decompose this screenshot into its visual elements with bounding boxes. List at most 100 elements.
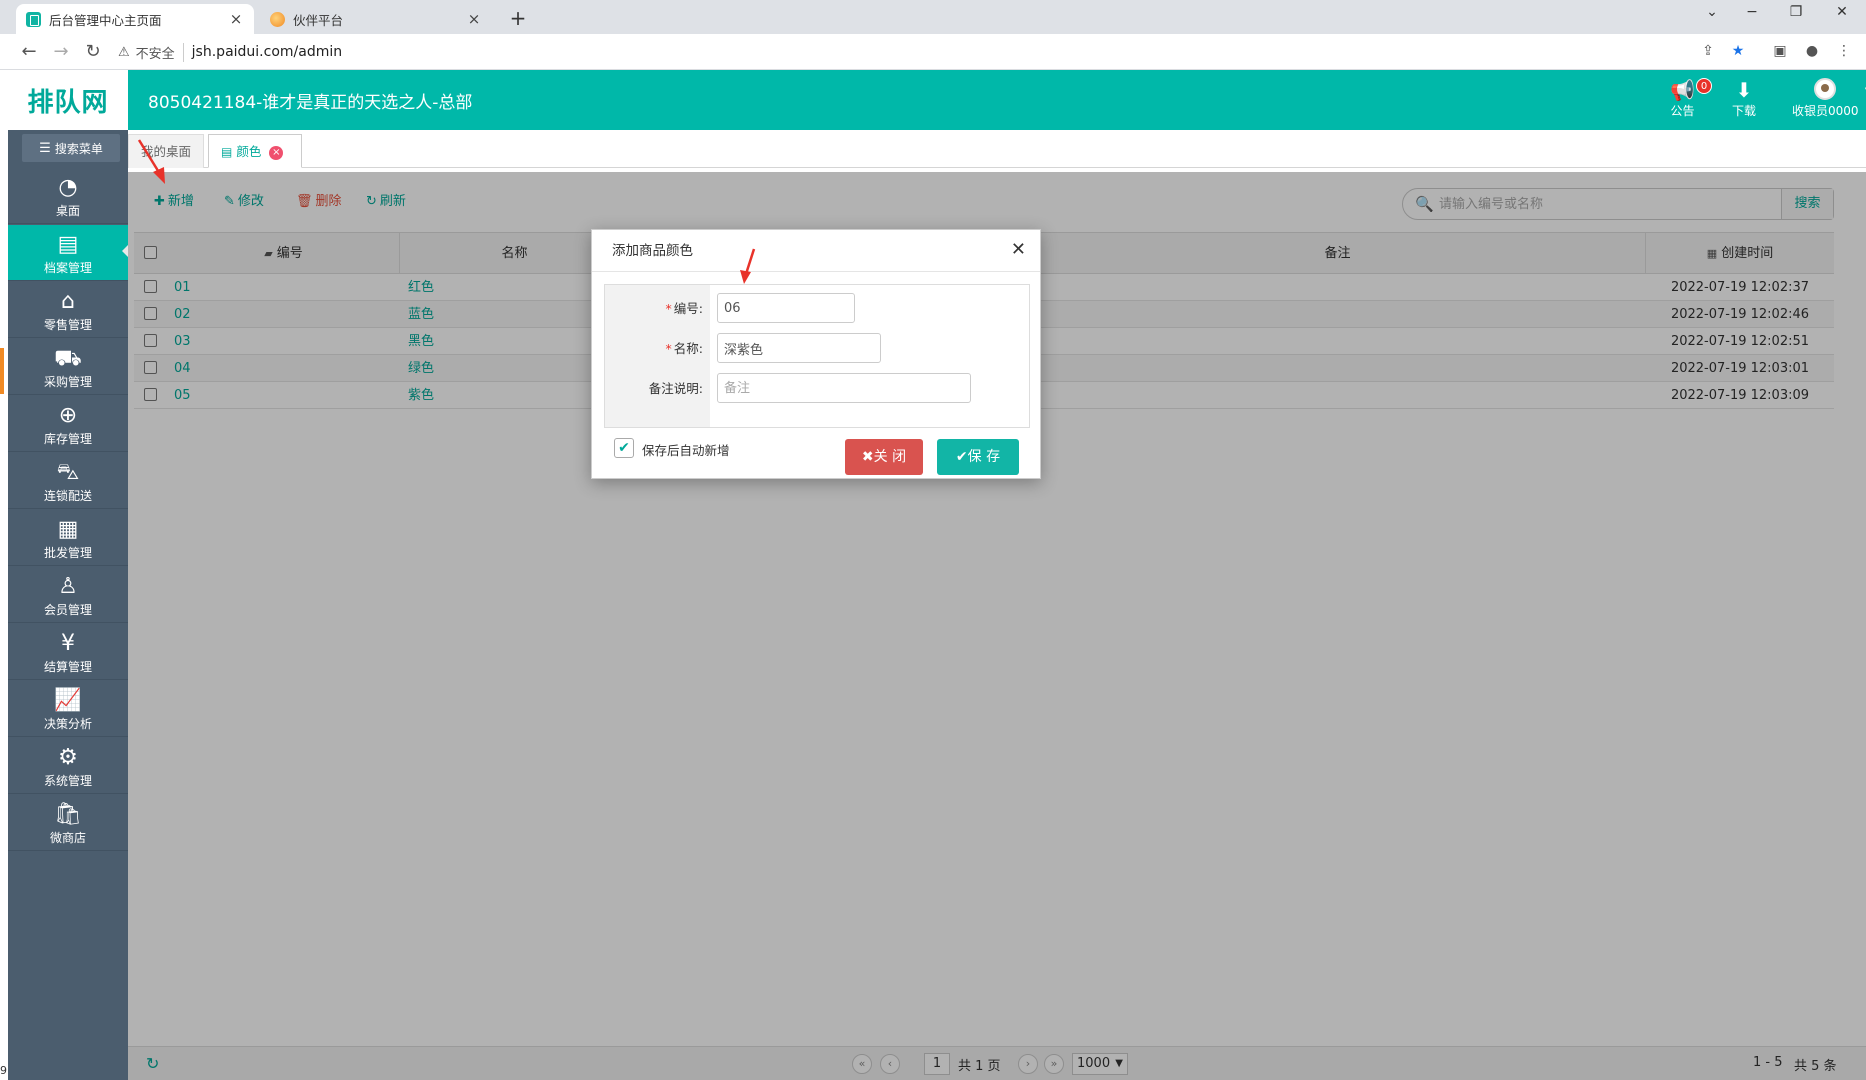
url-text: jsh.paidui.com/admin	[191, 44, 343, 60]
sidebar-item-label: 结算管理	[43, 660, 92, 674]
dashboard-icon: ◔	[58, 175, 78, 200]
truck-icon: ⛍	[56, 460, 80, 485]
insecure-label: 不安全	[136, 42, 184, 62]
check-icon: ✔	[955, 449, 968, 465]
forward-icon[interactable]: →	[50, 41, 72, 63]
notice-badge: 0	[1696, 78, 1712, 94]
url-field[interactable]: ⚠ 不安全 jsh.paidui.com/admin	[118, 39, 1708, 65]
name-label-text: 名称:	[673, 341, 703, 356]
app-header: 排队网 8050421184-谁才是真正的天选之人-总部 📢 公告 0 ⬇ 下载…	[8, 70, 1866, 130]
archive-icon: ▤	[57, 232, 79, 257]
sidebar-item-inventory[interactable]: ⊕ 库存管理	[8, 396, 128, 452]
annotation-arrow-add	[137, 139, 165, 184]
sidebar-item-label: 零售管理	[43, 318, 92, 332]
download-button[interactable]: ⬇ 下载	[1732, 78, 1756, 119]
tab-color-label: 颜色	[236, 144, 262, 159]
browser-tab-admin[interactable]: 后台管理中心主页面 ×	[16, 4, 254, 34]
sidebar: ☰ 搜索菜单 ◔ 桌面 ▤ 档案管理 ⌂ 零售管理 ⛟ 采购管理 ⊕ 库存管理 …	[8, 130, 128, 1080]
name-input[interactable]	[717, 333, 881, 363]
wholesale-icon: ▦	[57, 517, 79, 542]
sidebar-item-purchase[interactable]: ⛟ 采购管理	[8, 339, 128, 395]
remark-input[interactable]	[717, 373, 971, 403]
code-input[interactable]	[717, 293, 855, 323]
arrow-shaft	[137, 139, 162, 175]
analysis-icon: 📈	[54, 688, 82, 713]
dialog-form: *编号: *名称: 备注说明:	[604, 284, 1030, 428]
user-menu[interactable]: 收银员0000 ▼	[1792, 78, 1866, 119]
avatar	[1814, 78, 1837, 100]
auto-new-label: 保存后自动新增	[642, 443, 730, 458]
admin-favicon-icon	[26, 11, 41, 27]
page-tab-bar: 我的桌面 ▤ 颜色 ×	[128, 130, 1866, 168]
address-bar: ← → ↻ ⚠ 不安全 jsh.paidui.com/admin ⇪ ★ ▣ ●…	[0, 34, 1866, 70]
profile-icon[interactable]: ●	[1802, 43, 1822, 61]
sidebar-item-label: 桌面	[55, 204, 80, 218]
sidebar-item-label: 决策分析	[43, 717, 92, 731]
browser-tab-bar: 后台管理中心主页面 × 伙伴平台 × + ⌄ − ❐ ✕	[0, 0, 1866, 34]
store-icon: ⌂	[61, 289, 75, 314]
sidebar-item-label: 微商店	[49, 831, 86, 845]
search-menu-button[interactable]: ☰ 搜索菜单	[22, 134, 120, 162]
close-tab-icon[interactable]: ×	[228, 10, 244, 28]
logo[interactable]: 排队网	[8, 70, 128, 130]
sidebar-item-label: 库存管理	[43, 432, 92, 446]
sidebar-item-settlement[interactable]: ¥ 结算管理	[8, 624, 128, 680]
dialog-save-button[interactable]: ✔保 存	[937, 439, 1019, 475]
remark-label: 备注说明:	[648, 381, 703, 396]
notice-button[interactable]: 📢 公告 0	[1670, 78, 1712, 119]
sidebar-item-microshop[interactable]: 🛍 微商店	[8, 795, 128, 851]
x-icon: ✖	[861, 449, 874, 465]
reload-icon[interactable]: ↻	[82, 41, 104, 63]
side-panel-icon[interactable]: ▣	[1770, 43, 1790, 61]
search-menu-icon: ☰	[39, 140, 51, 156]
inventory-icon: ⊕	[58, 403, 78, 428]
back-icon[interactable]: ←	[18, 41, 40, 63]
download-label: 下载	[1732, 104, 1757, 118]
sidebar-item-retail[interactable]: ⌂ 零售管理	[8, 282, 128, 338]
dialog-close-icon[interactable]: ✕	[1011, 240, 1026, 260]
sidebar-item-desktop[interactable]: ◔ 桌面	[8, 168, 128, 224]
sidebar-item-archive[interactable]: ▤ 档案管理	[8, 225, 128, 281]
tab-color[interactable]: ▤ 颜色 ×	[208, 134, 302, 168]
sidebar-item-system[interactable]: ⚙ 系统管理	[8, 738, 128, 794]
sidebar-scroll-accent	[0, 348, 4, 394]
code-label: * 编号:	[605, 298, 703, 317]
page-icon: ▤	[221, 145, 233, 159]
browser-tab-partner[interactable]: 伙伴平台 ×	[260, 4, 492, 34]
restore-icon[interactable]: ❐	[1784, 4, 1808, 26]
sidebar-item-delivery[interactable]: ⛍ 连锁配送	[8, 453, 128, 509]
sidebar-item-wholesale[interactable]: ▦ 批发管理	[8, 510, 128, 566]
gear-icon: ⚙	[58, 745, 78, 770]
sidebar-item-label: 批发管理	[43, 546, 92, 560]
new-tab-button[interactable]: +	[506, 6, 530, 30]
share-icon[interactable]: ⇪	[1698, 43, 1718, 61]
menu-dots-icon[interactable]: ⋮	[1834, 43, 1854, 61]
sidebar-item-member[interactable]: ♙ 会员管理	[8, 567, 128, 623]
user-label: 收银员0000	[1792, 104, 1859, 118]
arrow-shaft	[744, 248, 756, 275]
left-edge-strip	[0, 70, 8, 1080]
required-mark: *	[665, 341, 672, 356]
warning-icon: ⚠	[118, 44, 130, 60]
sidebar-item-label: 系统管理	[43, 774, 92, 788]
add-color-dialog: 添加商品颜色 ✕ *编号: *名称: 备注说明: ✔ 保存后自动新增 ✖关 闭 …	[591, 229, 1041, 479]
sidebar-item-label: 采购管理	[43, 375, 92, 389]
sidebar-item-analysis[interactable]: 📈 决策分析	[8, 681, 128, 737]
download-icon: ⬇	[1735, 78, 1753, 102]
minimize-icon[interactable]: −	[1740, 4, 1764, 26]
window-close-icon[interactable]: ✕	[1830, 4, 1854, 26]
browser-tab-title: 后台管理中心主页面	[49, 12, 162, 28]
close-button-label: 关 闭	[873, 449, 907, 465]
code-label-text: 编号:	[673, 301, 703, 316]
search-menu-label: 搜索菜单	[54, 141, 103, 156]
close-tab-icon[interactable]: ×	[466, 10, 482, 28]
auto-new-checkbox[interactable]: ✔	[614, 438, 634, 458]
partner-favicon-icon	[270, 11, 285, 27]
tab-search-icon[interactable]: ⌄	[1700, 4, 1724, 26]
bookmark-star-icon[interactable]: ★	[1728, 43, 1748, 61]
arrow-head	[153, 167, 165, 184]
tab-close-icon[interactable]: ×	[269, 145, 284, 160]
sidebar-item-label: 档案管理	[43, 261, 92, 275]
dialog-cancel-button[interactable]: ✖关 闭	[845, 439, 923, 475]
sidebar-item-label: 连锁配送	[43, 489, 92, 503]
